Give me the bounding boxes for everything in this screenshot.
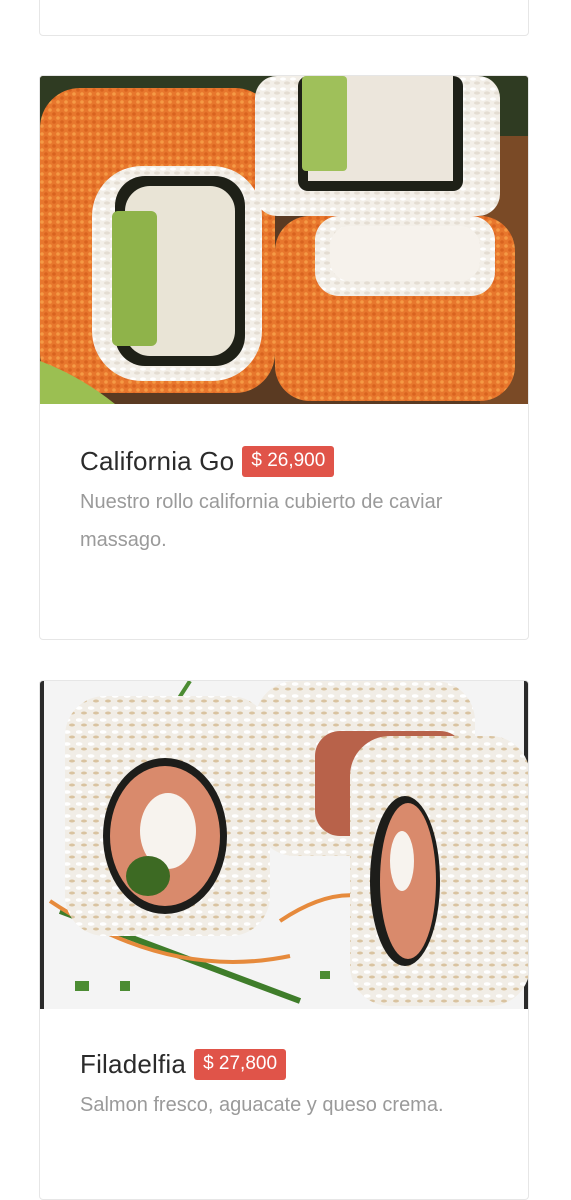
price-badge: $ 26,900 <box>242 446 335 477</box>
item-description: Salmon fresco, aguacate y queso crema. <box>80 1094 444 1116</box>
item-description: Nuestro rollo california cubierto de cav… <box>80 491 443 551</box>
item-name: California Go <box>80 446 235 476</box>
item-name: Filadelfia <box>80 1049 187 1079</box>
previous-menu-card <box>39 0 529 36</box>
menu-card-filadelfia[interactable]: Filadelfia $ 27,800 Salmon fresco, aguac… <box>39 680 529 1200</box>
menu-card-california-go[interactable]: California Go $ 26,900 Nuestro rollo cal… <box>39 75 529 640</box>
philadelphia-roll-photo <box>40 681 528 1009</box>
california-roll-photo <box>40 76 528 404</box>
price-badge: $ 27,800 <box>194 1049 287 1080</box>
